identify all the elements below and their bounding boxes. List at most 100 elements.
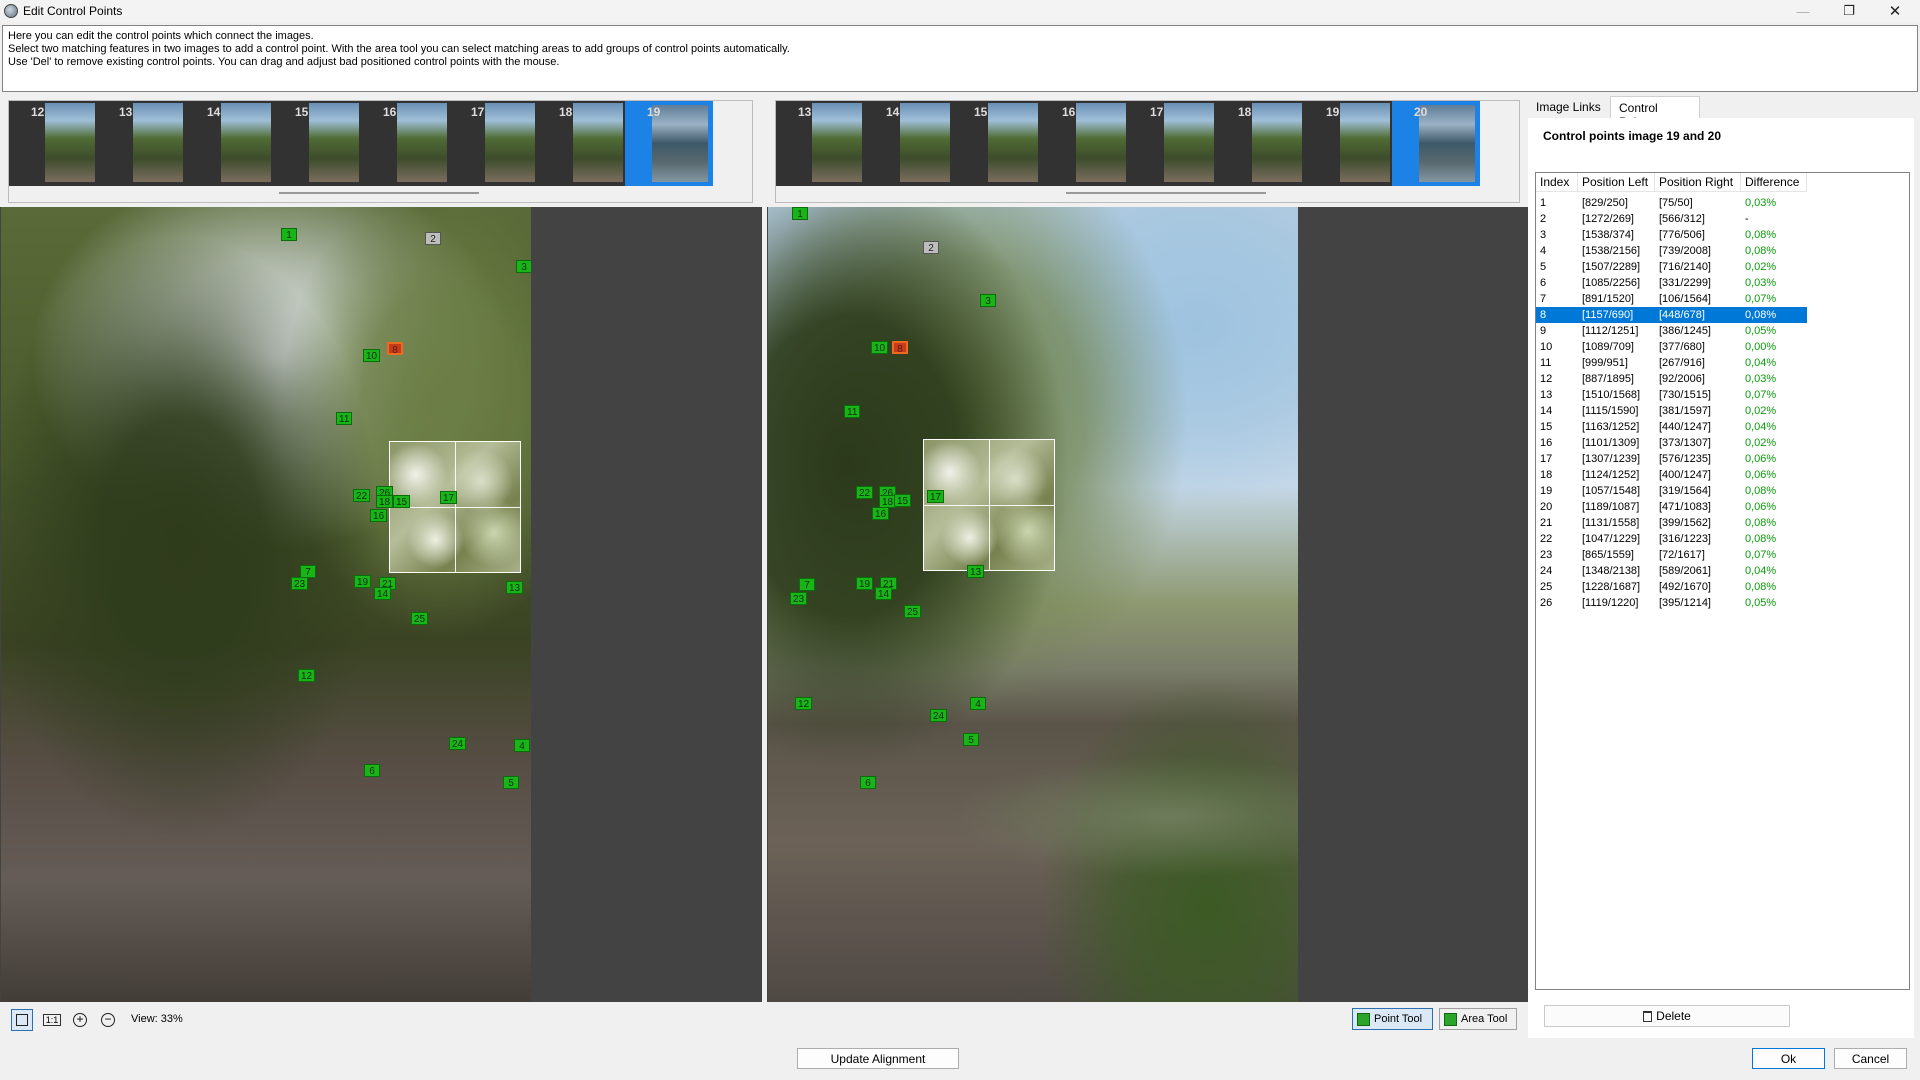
table-row[interactable]: 3 [1538/374] [776/506] 0,08% [1536,227,1807,243]
header-position-left[interactable]: Position Left [1578,173,1655,192]
right-control-point-marker[interactable]: 1 [792,207,808,220]
right-thumbnail[interactable]: 17 [1128,101,1216,186]
one-to-one-button[interactable]: 1:1 [41,1009,63,1031]
right-thumbnail[interactable]: 15 [952,101,1040,186]
left-control-point-marker[interactable]: 10 [363,349,381,362]
control-points-table[interactable]: Index Position Left Position Right Diffe… [1535,172,1910,990]
table-row[interactable]: 12 [887/1895] [92/2006] 0,03% [1536,371,1807,387]
left-control-point-marker[interactable]: 23 [291,577,309,590]
left-thumbnail[interactable]: 17 [449,101,537,186]
right-image-strip[interactable]: 13 14 15 16 17 18 19 20 [775,100,1520,203]
point-tool-button[interactable]: Point Tool [1352,1008,1433,1030]
right-control-point-marker[interactable]: 12 [795,697,813,710]
right-control-point-marker[interactable]: 6 [860,776,876,789]
right-image-panel[interactable]: 1 2 3 10 8 11 22 26 18 15 17 16 7 23 19 21 14 13 25 12 24 4 5 6 [767,207,1528,1002]
table-row[interactable]: 26 [1119/1220] [395/1214] 0,05% [1536,595,1807,611]
left-control-point-marker[interactable]: 16 [370,509,388,522]
left-control-point-marker[interactable]: 22 [353,489,371,502]
minimize-button[interactable]: — [1780,0,1826,22]
left-control-point-marker[interactable]: 12 [298,669,316,682]
table-row[interactable]: 19 [1057/1548] [319/1564] 0,08% [1536,483,1807,499]
left-control-point-marker[interactable]: 11 [336,412,353,425]
left-control-point-marker[interactable]: 14 [374,587,392,600]
cancel-button[interactable]: Cancel [1834,1048,1907,1069]
right-control-point-marker[interactable]: 24 [930,709,948,722]
left-thumbnail[interactable]: 18 [537,101,625,186]
left-control-point-marker[interactable]: 3 [516,260,531,273]
right-control-point-marker[interactable]: 2 [923,241,939,254]
right-thumbnail[interactable]: 14 [864,101,952,186]
zoom-in-button[interactable]: + [69,1009,91,1031]
right-thumbnail[interactable]: 18 [1216,101,1304,186]
right-control-point-marker[interactable]: 19 [856,577,874,590]
table-row[interactable]: 22 [1047/1229] [316/1223] 0,08% [1536,531,1807,547]
right-control-point-marker[interactable]: 5 [963,733,979,746]
header-difference[interactable]: Difference [1741,173,1807,192]
right-control-point-marker[interactable]: 13 [967,565,985,578]
tab-control-points[interactable]: Control Points [1610,96,1700,129]
table-row[interactable]: 8 [1157/690] [448/678] 0,08% [1536,307,1807,323]
right-control-point-marker[interactable]: 11 [844,405,861,418]
ok-button[interactable]: Ok [1752,1048,1825,1069]
left-image-panel[interactable]: 1 2 3 10 8 11 22 26 18 15 17 16 7 23 19 21 14 13 25 12 24 4 6 5 [0,207,762,1002]
left-photo[interactable]: 1 2 3 10 8 11 22 26 18 15 17 16 7 23 19 21 14 13 25 12 24 4 6 5 [1,207,531,1002]
left-thumbnail[interactable]: 19 [625,101,713,186]
right-thumbnail[interactable]: 20 [1392,101,1480,186]
right-control-point-marker[interactable]: 15 [894,494,912,507]
close-button[interactable]: ✕ [1872,0,1918,22]
right-control-point-marker[interactable]: 17 [927,490,945,503]
table-row[interactable]: 24 [1348/2138] [589/2061] 0,04% [1536,563,1807,579]
right-control-point-marker[interactable]: 8 [892,341,908,355]
zoom-out-button[interactable]: − [97,1009,119,1031]
table-row[interactable]: 20 [1189/1087] [471/1083] 0,06% [1536,499,1807,515]
table-row[interactable]: 23 [865/1559] [72/1617] 0,07% [1536,547,1807,563]
right-control-point-marker[interactable]: 25 [904,605,922,618]
area-tool-button[interactable]: Area Tool [1439,1008,1517,1030]
left-thumbnail[interactable]: 13 [97,101,185,186]
table-row[interactable]: 1 [829/250] [75/50] 0,03% [1536,195,1807,211]
right-control-point-marker[interactable]: 16 [872,507,890,520]
header-index[interactable]: Index [1536,173,1578,192]
left-control-point-marker[interactable]: 6 [364,764,380,777]
table-row[interactable]: 13 [1510/1568] [730/1515] 0,07% [1536,387,1807,403]
left-thumbnail[interactable]: 15 [273,101,361,186]
table-row[interactable]: 18 [1124/1252] [400/1247] 0,06% [1536,467,1807,483]
left-control-point-marker[interactable]: 24 [449,737,467,750]
right-control-point-marker[interactable]: 22 [856,486,874,499]
table-row[interactable]: 6 [1085/2256] [331/2299] 0,03% [1536,275,1807,291]
left-control-point-marker[interactable]: 18 [376,495,394,508]
right-control-point-marker[interactable]: 3 [980,294,996,307]
right-thumbnail[interactable]: 16 [1040,101,1128,186]
table-row[interactable]: 16 [1101/1309] [373/1307] 0,02% [1536,435,1807,451]
left-control-point-marker[interactable]: 5 [503,776,519,789]
left-thumbnail[interactable]: 12 [9,101,97,186]
delete-button[interactable]: Delete [1544,1005,1790,1027]
update-alignment-button[interactable]: Update Alignment [797,1048,959,1069]
left-image-strip[interactable]: 12 13 14 15 16 17 18 19 [8,100,753,203]
right-control-point-marker[interactable]: 10 [871,341,889,354]
table-row[interactable]: 17 [1307/1239] [576/1235] 0,06% [1536,451,1807,467]
right-control-point-marker[interactable]: 7 [799,578,815,591]
right-control-point-marker[interactable]: 23 [790,592,808,605]
left-control-point-marker[interactable]: 25 [411,612,429,625]
table-row[interactable]: 7 [891/1520] [106/1564] 0,07% [1536,291,1807,307]
left-control-point-marker[interactable]: 8 [387,342,403,356]
maximize-button[interactable]: ❐ [1826,0,1872,22]
left-control-point-marker[interactable]: 2 [425,232,441,245]
table-row[interactable]: 21 [1131/1558] [399/1562] 0,08% [1536,515,1807,531]
table-row[interactable]: 4 [1538/2156] [739/2008] 0,08% [1536,243,1807,259]
left-control-point-marker[interactable]: 4 [514,739,530,752]
table-row[interactable]: 11 [999/951] [267/916] 0,04% [1536,355,1807,371]
table-row[interactable]: 2 [1272/269] [566/312] - [1536,211,1807,227]
table-row[interactable]: 14 [1115/1590] [381/1597] 0,02% [1536,403,1807,419]
table-row[interactable]: 9 [1112/1251] [386/1245] 0,05% [1536,323,1807,339]
fit-view-button[interactable] [11,1009,33,1031]
right-thumbnail[interactable]: 19 [1304,101,1392,186]
right-thumbnail[interactable]: 13 [776,101,864,186]
left-control-point-marker[interactable]: 19 [354,575,372,588]
table-row[interactable]: 10 [1089/709] [377/680] 0,00% [1536,339,1807,355]
table-row[interactable]: 5 [1507/2289] [716/2140] 0,02% [1536,259,1807,275]
left-control-point-marker[interactable]: 13 [506,581,524,594]
left-control-point-marker[interactable]: 1 [281,228,297,241]
right-control-point-marker[interactable]: 4 [970,697,986,710]
